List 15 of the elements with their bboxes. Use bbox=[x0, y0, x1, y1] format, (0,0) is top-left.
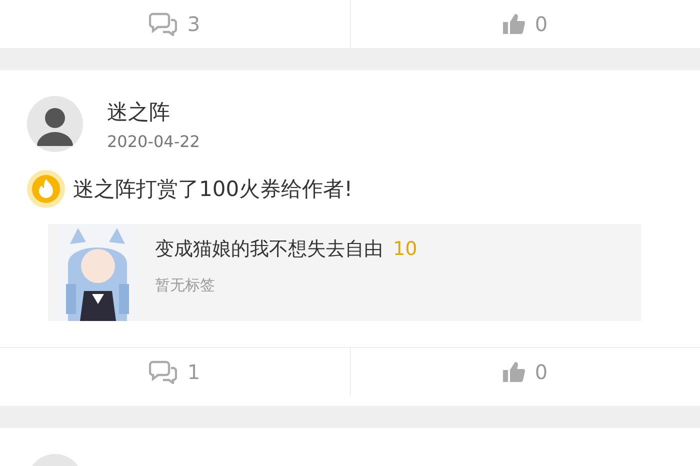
flame-coin-icon bbox=[27, 170, 65, 208]
thumbs-up-icon bbox=[502, 361, 525, 383]
book-title: 变成猫娘的我不想失去自由 10 bbox=[155, 237, 418, 262]
book-card[interactable]: 变成猫娘的我不想失去自由 10 暂无标签 bbox=[48, 224, 641, 321]
book-tags: 暂无标签 bbox=[155, 276, 418, 295]
post-date: 2020-04-22 bbox=[107, 132, 200, 151]
reward-message: 迷之阵打赏了100火券给作者! bbox=[73, 176, 353, 203]
comment-icon bbox=[149, 12, 178, 36]
like-count: 0 bbox=[534, 360, 548, 384]
comment-count: 1 bbox=[187, 360, 200, 384]
like-count: 0 bbox=[534, 12, 548, 36]
thumbs-up-icon bbox=[502, 13, 525, 35]
comment-icon bbox=[149, 360, 178, 384]
comment-count: 3 bbox=[187, 12, 200, 36]
author-name[interactable]: 迷之阵 bbox=[107, 98, 200, 126]
